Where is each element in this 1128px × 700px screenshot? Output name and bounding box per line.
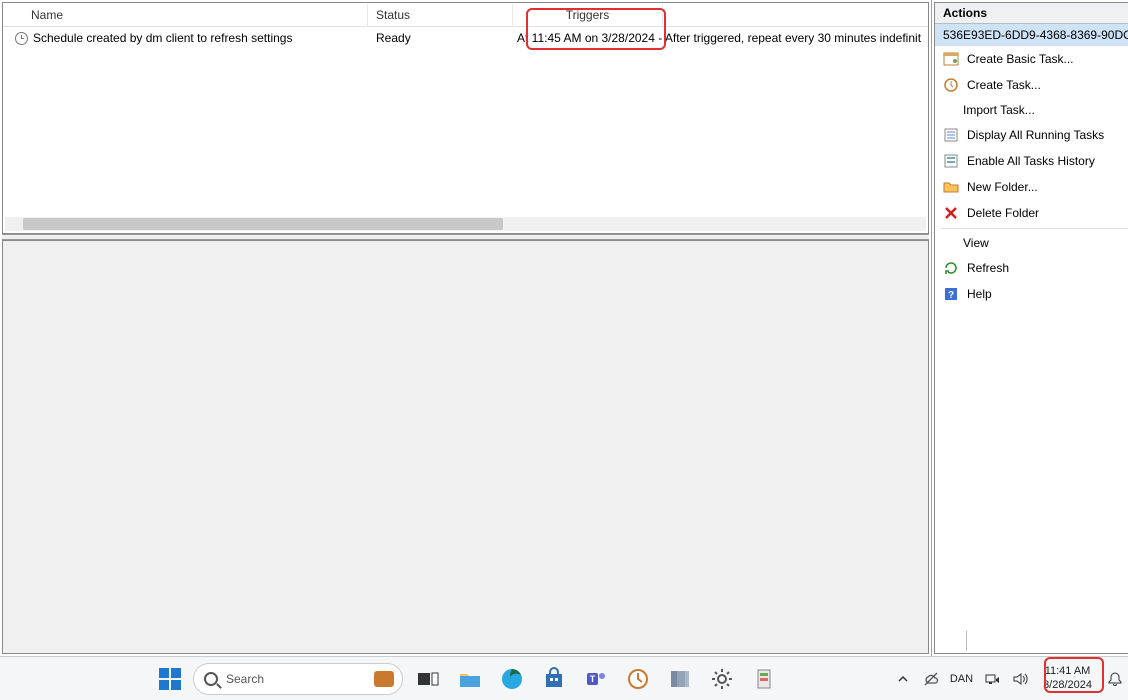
action-refresh[interactable]: Refresh — [935, 255, 1128, 281]
task-status-cell: Ready — [368, 29, 513, 47]
task-name-text: Schedule created by dm client to refresh… — [33, 31, 292, 45]
list-icon — [943, 127, 959, 143]
teams-button[interactable]: T — [579, 662, 613, 696]
action-label: New Folder... — [967, 180, 1038, 194]
actions-header: Actions — [935, 3, 1128, 24]
action-display-running-tasks[interactable]: Display All Running Tasks — [935, 122, 1128, 148]
notifications-icon[interactable] — [1106, 670, 1124, 688]
store-button[interactable] — [537, 662, 571, 696]
actions-guid[interactable]: 536E93ED-6DD9-4368-8369-90DC3A — [935, 24, 1128, 46]
column-header-triggers[interactable]: Triggers — [513, 4, 663, 26]
task-list-pane: Name Status Triggers Schedule created by… — [2, 2, 929, 234]
horizontal-scrollbar-thumb[interactable] — [23, 218, 503, 230]
task-row[interactable]: Schedule created by dm client to refresh… — [3, 27, 928, 49]
taskbar: Search T — [0, 656, 1128, 700]
volume-icon[interactable] — [1011, 670, 1029, 688]
app-icon-2[interactable] — [747, 662, 781, 696]
file-explorer-button[interactable] — [453, 662, 487, 696]
action-label: Create Task... — [967, 78, 1041, 92]
action-view[interactable]: View — [935, 231, 1128, 255]
taskview-button[interactable] — [411, 662, 445, 696]
taskbar-time: 11:41 AM — [1043, 665, 1092, 679]
search-badge-icon — [374, 671, 394, 687]
clock-icon — [15, 32, 28, 45]
main-area: Name Status Triggers Schedule created by… — [0, 0, 932, 656]
folder-icon — [943, 179, 959, 195]
action-label: View — [963, 236, 989, 250]
action-import-task[interactable]: Import Task... — [935, 98, 1128, 122]
taskbar-center: Search T — [155, 657, 781, 700]
task-detail-pane — [2, 240, 929, 654]
app-window: Name Status Triggers Schedule created by… — [0, 0, 1128, 656]
help-icon: ? — [943, 286, 959, 302]
action-label: Refresh — [967, 261, 1009, 275]
action-enable-history[interactable]: Enable All Tasks History — [935, 148, 1128, 174]
wizard-icon — [943, 51, 959, 67]
action-label: Import Task... — [963, 103, 1035, 117]
task-columns-header: Name Status Triggers — [3, 3, 928, 27]
edge-button[interactable] — [495, 662, 529, 696]
settings-button[interactable] — [705, 662, 739, 696]
action-label: Display All Running Tasks — [967, 128, 1104, 142]
app-icon-1[interactable] — [663, 662, 697, 696]
action-create-task[interactable]: Create Task... — [935, 72, 1128, 98]
actions-separator — [941, 228, 1128, 229]
refresh-icon — [943, 260, 959, 276]
network-icon[interactable] — [983, 670, 1001, 688]
taskbar-search[interactable]: Search — [193, 663, 403, 695]
task-scheduler-button[interactable] — [621, 662, 655, 696]
task-name-cell: Schedule created by dm client to refresh… — [3, 29, 368, 47]
taskbar-clock[interactable]: 11:41 AM 3/28/2024 — [1039, 665, 1096, 693]
tray-overflow-button[interactable] — [894, 670, 912, 688]
search-icon — [204, 672, 218, 686]
action-new-folder[interactable]: New Folder... — [935, 174, 1128, 200]
onedrive-icon[interactable] — [922, 670, 940, 688]
actions-pane: Actions 536E93ED-6DD9-4368-8369-90DC3A C… — [934, 2, 1128, 654]
column-header-name[interactable]: Name — [3, 4, 368, 26]
task-trigger-cell: At 11:45 AM on 3/28/2024 - After trigger… — [513, 29, 928, 47]
action-create-basic-task[interactable]: Create Basic Task... — [935, 46, 1128, 72]
action-label: Create Basic Task... — [967, 52, 1074, 66]
action-label: Delete Folder — [967, 206, 1039, 220]
windows-logo-icon — [159, 668, 181, 690]
task-icon — [943, 77, 959, 93]
column-header-status[interactable]: Status — [368, 4, 513, 26]
delete-icon — [943, 205, 959, 221]
svg-text:T: T — [590, 674, 596, 684]
history-icon — [943, 153, 959, 169]
search-placeholder: Search — [226, 672, 264, 686]
action-help[interactable]: ? Help — [935, 281, 1128, 307]
svg-text:?: ? — [948, 290, 954, 301]
language-indicator[interactable]: DAN — [950, 673, 973, 685]
start-button[interactable] — [155, 664, 185, 694]
horizontal-scrollbar[interactable] — [5, 217, 926, 231]
taskbar-date: 3/28/2024 — [1043, 679, 1092, 693]
action-label: Help — [967, 287, 992, 301]
divider — [966, 631, 967, 651]
action-delete-folder[interactable]: Delete Folder — [935, 200, 1128, 226]
action-label: Enable All Tasks History — [967, 154, 1095, 168]
taskbar-tray: DAN 11:41 AM 3/28/2024 — [894, 657, 1124, 700]
